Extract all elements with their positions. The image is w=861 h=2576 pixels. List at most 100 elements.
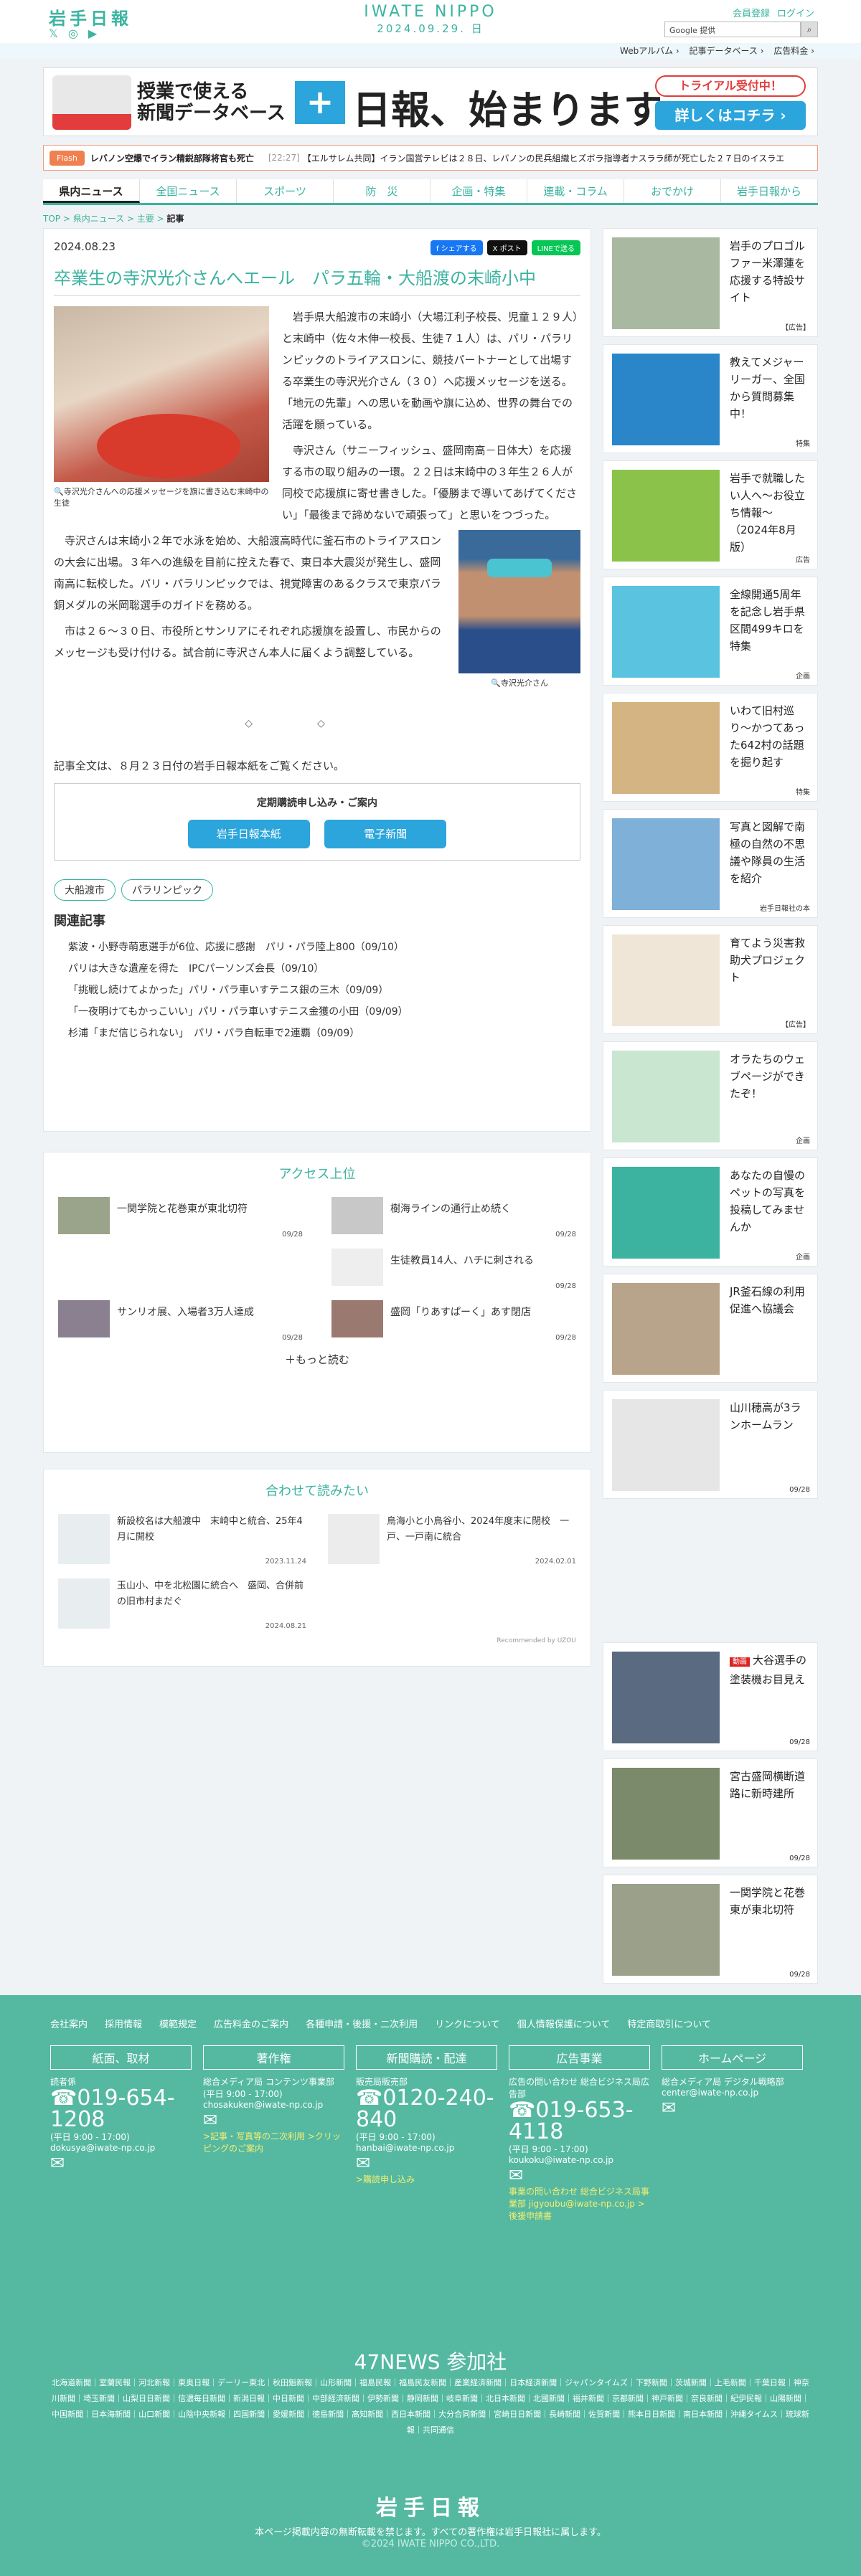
contact-hours: (平日 9:00 - 17:00) bbox=[509, 2144, 588, 2154]
sidebar-card[interactable]: 動画 大谷選手の塗装機お目見え 09/28 bbox=[603, 1642, 818, 1751]
related-item[interactable]: 杉浦「まだ信じられない」 パリ・パラ自転車で2連覇（09/09） bbox=[54, 1023, 580, 1044]
ranking-date: 09/28 bbox=[555, 1282, 576, 1290]
footer-link[interactable]: 個人情報保護について bbox=[517, 2017, 611, 2030]
facebook-share-button[interactable]: f シェアする bbox=[430, 240, 483, 255]
recommended-item[interactable]: 玉山小、中を北松園に統合へ 盛岡、合併前の旧市村まだぐ 2024.08.21 bbox=[58, 1578, 306, 1630]
sidebar-card[interactable]: 教えてメジャーリーガー、全国から質問募集中！ 特集 bbox=[603, 344, 818, 453]
plus-icon: ＋ bbox=[284, 1353, 296, 1366]
contact-extra-links[interactable]: >購読申し込み bbox=[356, 2173, 497, 2185]
tag-paralympic[interactable]: パラリンピック bbox=[121, 879, 213, 901]
flash-item[interactable]: 【エルサレム共同】イラン国営テレビは２８日、レバノンの民兵組織ヒズボラ指導者ナス… bbox=[303, 152, 784, 164]
recommended-item[interactable]: 鳥海小と小鳥谷小、2024年度末に閉校 一戸、一戸南に統合 2024.02.01 bbox=[328, 1514, 576, 1566]
sidebar-thumb bbox=[612, 1167, 720, 1259]
nav-outing[interactable]: おでかけ bbox=[624, 179, 721, 203]
sidebar-card[interactable]: 山川穂高が3ランホームラン 09/28 bbox=[603, 1390, 818, 1499]
contact-email[interactable]: hanbai@iwate-np.co.jp bbox=[356, 2143, 497, 2153]
footer-link[interactable]: 会社案内 bbox=[50, 2017, 88, 2030]
nav-sports[interactable]: スポーツ bbox=[237, 179, 334, 203]
x-icon[interactable]: 𝕏 bbox=[49, 27, 58, 40]
sublink-album[interactable]: Webアルバム › bbox=[620, 46, 679, 56]
contact-email[interactable]: dokusya@iwate-np.co.jp bbox=[50, 2143, 192, 2153]
sidebar: 岩手のプロゴルファー米澤蓮を応援する特設サイト 【広告】 教えてメジャーリーガー、全… bbox=[603, 228, 818, 1991]
nav-features[interactable]: 企画・特集 bbox=[430, 179, 527, 203]
sublink-ads[interactable]: 広告料金 › bbox=[773, 46, 814, 56]
read-more-button[interactable]: ＋もっと読む bbox=[58, 1352, 576, 1367]
breadcrumb-main[interactable]: 主要 bbox=[137, 214, 154, 224]
share-buttons: f シェアする X ポスト LINEで送る bbox=[430, 240, 580, 255]
nav-from-nippo[interactable]: 岩手日報から bbox=[721, 179, 818, 203]
ranking-item[interactable]: 盛岡「りあすぱーく」あす閉店 09/28 bbox=[331, 1300, 576, 1342]
youtube-icon[interactable]: ▶ bbox=[88, 27, 97, 40]
footer-link[interactable]: 模範規定 bbox=[159, 2017, 197, 2030]
footer-link[interactable]: 広告料金のご案内 bbox=[214, 2017, 288, 2030]
footer-logo[interactable]: 岩手日報 bbox=[0, 2490, 861, 2521]
related-item[interactable]: 「一夜明けてもかっこいい」パリ・パラ車いすテニス金獲の小田（09/09） bbox=[54, 1001, 580, 1023]
nav-national-news[interactable]: 全国ニュース bbox=[140, 179, 237, 203]
nav-disaster[interactable]: 防 災 bbox=[334, 179, 430, 203]
47news-members[interactable]: 北海道新聞｜室蘭民報｜河北新報｜東奥日報｜デーリー東北｜秋田魁新報｜山形新聞｜福… bbox=[50, 2375, 811, 2438]
sidebar-card[interactable]: あなたの自慢のペットの写真を投稿してみませんか 企画 bbox=[603, 1157, 818, 1266]
login-link[interactable]: ログイン bbox=[777, 6, 814, 19]
sidebar-card[interactable]: 一関学院と花巻東が東北切符 09/28 bbox=[603, 1875, 818, 1984]
site-logo[interactable]: 岩手日報 bbox=[49, 4, 132, 29]
breadcrumb: TOP > 県内ニュース > 主要 > 記事 bbox=[43, 214, 184, 224]
footer-link[interactable]: 採用情報 bbox=[105, 2017, 142, 2030]
paper-subscribe-button[interactable]: 岩手日報本紙 bbox=[187, 820, 310, 848]
detail-button[interactable]: 詳しくはコチラ › bbox=[655, 101, 806, 130]
promo-banner[interactable]: 授業で使える 新聞データベース + 日報、始まります。 トライアル受付中！ 詳しく… bbox=[43, 67, 818, 136]
contact-email[interactable]: koukoku@iwate-np.co.jp bbox=[509, 2155, 650, 2165]
masthead[interactable]: IWATE NIPPO 2024.09.29. 日 bbox=[344, 3, 517, 36]
recommended-date: 2023.11.24 bbox=[265, 1558, 306, 1566]
instagram-icon[interactable]: ◎ bbox=[68, 27, 78, 40]
contact-email[interactable]: center@iwate-np.co.jp bbox=[662, 2088, 803, 2098]
x-post-button[interactable]: X ポスト bbox=[486, 240, 527, 255]
sidebar-card[interactable]: 育てよう災害救助犬プロジェクト 【広告】 bbox=[603, 925, 818, 1034]
sidebar-card[interactable]: 宮古盛岡横断道路に新時建所 09/28 bbox=[603, 1758, 818, 1867]
register-link[interactable]: 会員登録 bbox=[733, 6, 770, 19]
social-links: 𝕏 ◎ ▶ bbox=[49, 27, 97, 40]
recommended-item[interactable]: 新設校名は大船渡中 末崎中と統合、25年4月に開校 2023.11.24 bbox=[58, 1514, 306, 1566]
sublink-db[interactable]: 記事データベース › bbox=[690, 46, 764, 56]
digital-subscribe-button[interactable]: 電子新聞 bbox=[324, 820, 447, 848]
line-share-button[interactable]: LINEで送る bbox=[531, 240, 580, 255]
footer-link[interactable]: 特定商取引について bbox=[627, 2017, 711, 2030]
sidebar-card[interactable]: オラたちのウェブページができたぞ！ 企画 bbox=[603, 1041, 818, 1150]
ranking-item[interactable]: サンリオ展、入場者3万人達成 09/28 bbox=[58, 1300, 303, 1342]
sidebar-text: いわて旧村巡り〜かつてあった642村の話題を掘り起す bbox=[730, 704, 805, 769]
nav-local-news[interactable]: 県内ニュース bbox=[43, 179, 140, 203]
search-icon[interactable]: ⌕ bbox=[801, 22, 818, 37]
ranking-item[interactable]: 一関学院と花巻東が東北切符 09/28 bbox=[58, 1197, 303, 1239]
breadcrumb-local[interactable]: 県内ニュース bbox=[73, 214, 124, 224]
article-photo[interactable]: 🔍寺沢光介さん bbox=[458, 530, 580, 689]
nav-columns[interactable]: 連載・コラム bbox=[527, 179, 624, 203]
contact-email[interactable]: chosakuken@iwate-np.co.jp bbox=[203, 2100, 344, 2110]
article-photo[interactable]: 🔍寺沢光介さんへの応援メッセージを旗に書き込む末崎中の生徒 bbox=[54, 306, 269, 509]
contact-extra-links[interactable]: >記事・写真等の二次利用 >クリッピングのご案内 bbox=[203, 2130, 344, 2154]
search-input[interactable]: Google 提供 bbox=[664, 22, 801, 37]
tag-ofunato[interactable]: 大船渡市 bbox=[54, 879, 116, 901]
sidebar-card[interactable]: JR釜石線の利用促進へ協議会 bbox=[603, 1274, 818, 1383]
sidebar-card[interactable]: 写真と図解で南極の自然の不思議や隊員の生活を紹介 岩手日報社の本 bbox=[603, 809, 818, 918]
related-item[interactable]: 紫波・小野寺萌恵選手が6位、応援に感謝 パリ・パラ陸上800（09/10） bbox=[54, 937, 580, 958]
footer-link[interactable]: 各種申請・後援・二次利用 bbox=[306, 2017, 418, 2030]
related-item[interactable]: パリは大きな遺産を得た IPCパーソンズ会長（09/10） bbox=[54, 958, 580, 980]
ranking-item[interactable]: 樹海ラインの通行止め続く 09/28 bbox=[331, 1197, 576, 1239]
banner-title: 授業で使える 新聞データベース bbox=[137, 81, 286, 124]
sidebar-card[interactable]: 全線開通5周年を記念し岩手県区間499キロを特集 企画 bbox=[603, 577, 818, 686]
sidebar-label: 特集 bbox=[796, 440, 810, 448]
footer-link[interactable]: リンクについて bbox=[435, 2017, 500, 2030]
article-title: 卒業生の寺沢光介さんへエール パラ五輪・大船渡の末崎小中 bbox=[54, 264, 580, 296]
recommended-by[interactable]: Recommended by UZOU bbox=[58, 1637, 576, 1644]
47news-title: 47NEWS 参加社 bbox=[354, 2350, 507, 2374]
sidebar-card[interactable]: いわて旧村巡り〜かつてあった642村の話題を掘り起す 特集 bbox=[603, 693, 818, 802]
sidebar-card[interactable]: 岩手のプロゴルファー米澤蓮を応援する特設サイト 【広告】 bbox=[603, 228, 818, 337]
contact-dept: 広告の問い合わせ 総合ビジネス局広告部 bbox=[509, 2077, 649, 2099]
subscription-title: 定期購読申し込み・ご案内 bbox=[257, 797, 377, 809]
ranking-item[interactable]: 生徒教員14人、ハチに刺される 09/28 bbox=[331, 1249, 576, 1290]
breadcrumb-top[interactable]: TOP bbox=[43, 214, 60, 224]
related-item[interactable]: 「挑戦し続けてよかった」パリ・パラ車いすテニス銀の三木（09/09） bbox=[54, 980, 580, 1001]
flash-item[interactable]: レバノン空爆でイラン精鋭部隊将官も死亡 bbox=[90, 152, 254, 164]
sidebar-card[interactable]: 岩手で就職したい人へ〜お役立ち情報〜（2024年8月版） 広告 bbox=[603, 460, 818, 569]
map-thumb bbox=[58, 1514, 110, 1564]
contact-extra-links[interactable]: 事業の問い合わせ 総合ビジネス局事業部 jigyoubu@iwate-np.co… bbox=[509, 2185, 650, 2222]
